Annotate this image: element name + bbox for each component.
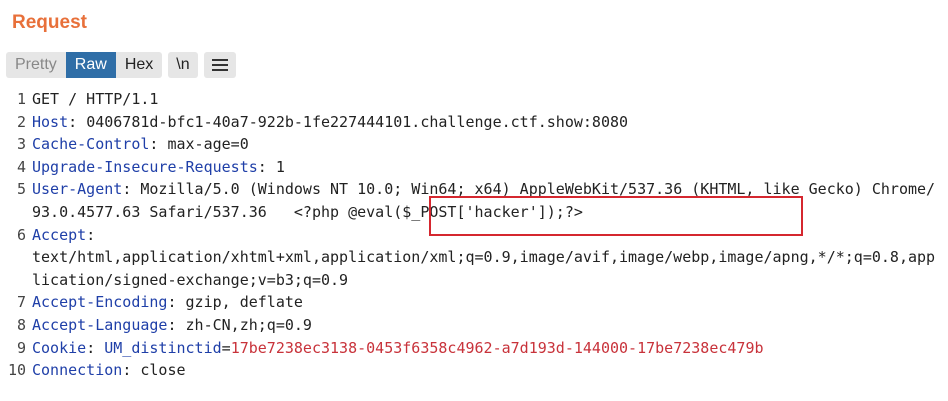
header-value: text/html,application/xhtml+xml,applicat… <box>32 248 936 289</box>
header-key: Accept-Encoding <box>32 293 168 312</box>
line-text: Upgrade-Insecure-Requests: 1 <box>32 157 285 176</box>
header-line: 7 Accept-Encoding: gzip, deflate <box>0 291 948 314</box>
header-key: Accept <box>32 225 87 244</box>
line-text: Connection: close <box>32 361 186 380</box>
line-number: 3 <box>16 135 26 154</box>
line-number: 4 <box>16 157 26 176</box>
line-text: Cookie: UM_distinctid=17be7238ec3138-045… <box>32 338 764 357</box>
view-mode-tabs: Pretty Raw Hex <box>6 52 163 78</box>
line-text: Cache-Control: max-age=0 <box>32 135 249 154</box>
cookie-value: 17be7238ec3138-0453f6358c4962-a7d193d-14… <box>230 338 764 357</box>
line-number: 2 <box>16 112 26 131</box>
tab-hex[interactable]: Hex <box>116 52 162 78</box>
line-number: 5 <box>16 180 26 199</box>
header-key: Cache-Control <box>32 135 150 154</box>
header-line: 8 Accept-Language: zh-CN,zh;q=0.9 <box>0 314 948 337</box>
header-line: 3 Cache-Control: max-age=0 <box>0 133 948 156</box>
header-key: Accept-Language <box>32 315 168 334</box>
header-line: 10 Connection: close <box>0 359 948 382</box>
header-line: 9 Cookie: UM_distinctid=17be7238ec3138-0… <box>0 337 948 360</box>
header-value: 0406781d-bfc1-40a7-922b-1fe227444101.cha… <box>86 112 629 131</box>
header-key: Cookie <box>32 338 87 357</box>
header-key: User-Agent <box>32 180 123 199</box>
header-value: max-age=0 <box>167 135 249 154</box>
payload-highlight-box <box>429 196 803 236</box>
header-value: close <box>140 361 186 380</box>
header-key: Host <box>32 112 69 131</box>
line-text: Accept-Language: zh-CN,zh;q=0.9 <box>32 315 312 334</box>
cookie-name: UM_distinctid <box>104 338 222 357</box>
line-number: 9 <box>16 338 26 357</box>
request-title: Request <box>12 12 87 33</box>
tab-raw[interactable]: Raw <box>65 52 116 78</box>
view-toolbar: Pretty Raw Hex \n <box>6 52 236 78</box>
line-text: GET / HTTP/1.1 <box>32 90 159 108</box>
request-line: 1 GET / HTTP/1.1 <box>0 88 948 111</box>
header-line: 2 Host: 0406781d-bfc1-40a7-922b-1fe22744… <box>0 111 948 134</box>
line-text: Accept-Encoding: gzip, deflate <box>32 293 303 312</box>
line-text: Host: 0406781d-bfc1-40a7-922b-1fe2274441… <box>32 112 629 131</box>
line-number: 6 <box>16 225 26 244</box>
header-value: gzip, deflate <box>185 293 303 312</box>
header-value: 1 <box>275 157 285 176</box>
hamburger-icon <box>211 59 228 71</box>
line-number: 10 <box>7 361 26 380</box>
tab-pretty[interactable]: Pretty <box>6 52 66 78</box>
header-value: zh-CN,zh;q=0.9 <box>185 315 312 334</box>
menu-button[interactable] <box>203 52 236 78</box>
header-key: Upgrade-Insecure-Requests <box>32 157 258 176</box>
header-key: Connection <box>32 361 123 380</box>
header-line: 4 Upgrade-Insecure-Requests: 1 <box>0 156 948 179</box>
line-number: 7 <box>16 293 26 312</box>
line-number: 1 <box>16 90 26 108</box>
line-number: 8 <box>16 315 26 334</box>
newline-toggle-button[interactable]: \n <box>168 52 198 78</box>
